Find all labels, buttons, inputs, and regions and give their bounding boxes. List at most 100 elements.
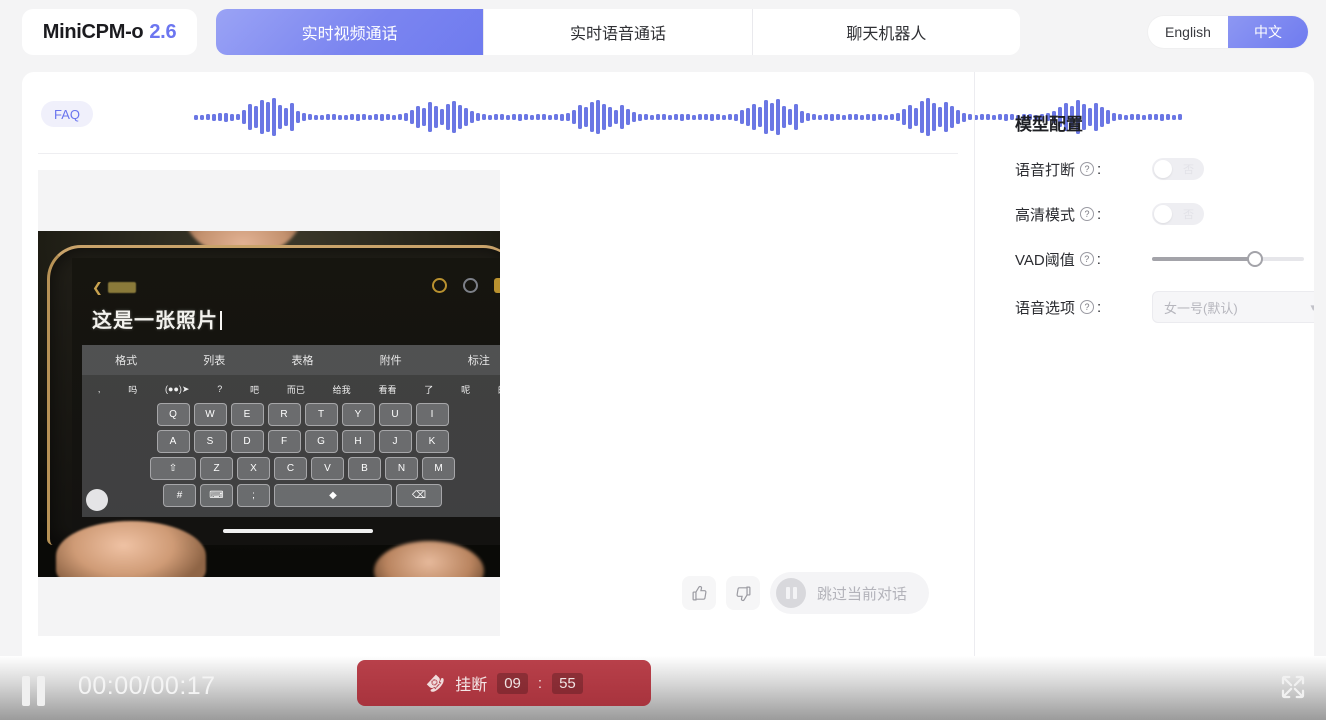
waveform-bar xyxy=(674,114,678,120)
keyboard-key: T xyxy=(304,403,338,426)
waveform-bar xyxy=(902,109,906,125)
keyboard-key: K xyxy=(415,430,449,453)
thumbs-up-icon[interactable] xyxy=(682,576,716,610)
waveform-bar xyxy=(482,114,486,120)
suggestion-item: (●●)➤ xyxy=(165,383,190,394)
waveform-bar xyxy=(350,114,354,120)
hd-mode-toggle[interactable]: 否 xyxy=(1152,203,1204,225)
vad-threshold-slider[interactable] xyxy=(1152,249,1304,269)
camera-icon xyxy=(463,278,478,293)
waveform-bar xyxy=(506,114,510,120)
model-config-pane: 模型配置 语音打断 ? : 否 高清模式 ? : 否 VAD阈值 ?: 语音选… xyxy=(975,72,1314,664)
waveform-bar xyxy=(770,103,774,131)
waveform-bar xyxy=(584,107,588,127)
waveform-bar xyxy=(728,114,732,120)
lang-option-english[interactable]: English xyxy=(1148,16,1228,48)
voice-interrupt-toggle[interactable]: 否 xyxy=(1152,158,1204,180)
keyboard-key: Y xyxy=(341,403,375,426)
phone-screen-icons xyxy=(432,278,500,293)
suggestion-item: 看看 xyxy=(378,384,397,395)
phone-keyboard: , 吗 (●●)➤? 吧 而已 给我 看看 了 呢 的 QWERTYUI ASDFGHJK ⇧ZX… xyxy=(82,375,500,517)
waveform-bar xyxy=(644,114,648,120)
hd-mode-label: 高清模式 xyxy=(1015,206,1076,224)
waveform-bar xyxy=(704,114,708,120)
toggle-knob xyxy=(1154,160,1172,178)
waveform-bar xyxy=(440,109,444,125)
waveform-bar xyxy=(314,114,318,120)
keyboard-key: R xyxy=(267,403,301,426)
thumbs-down-icon[interactable] xyxy=(726,576,760,610)
voice-interrupt-colon: : xyxy=(1097,160,1102,178)
waveform-bar xyxy=(434,106,438,128)
phone-icon: ☎ xyxy=(421,669,448,696)
feedback-controls: 跳过当前对话 xyxy=(682,568,974,618)
main-tabs: 实时视频通话 实时语音通话 聊天机器人 xyxy=(216,9,1020,55)
phone-screen: ❮ 这是一张照片 格式 列表 表格 附件 标注 , 吗 (●●)➤ ? 吧 而已… xyxy=(72,258,500,545)
waveform-bar xyxy=(866,114,870,120)
waveform-bar xyxy=(560,113,564,121)
conversation-pane: FAQ ❮ 这是一张照片 格式 列表 表格 附件 标注 , 吗 (●●)➤ ? … xyxy=(22,72,1182,664)
keyboard-key: U xyxy=(378,403,412,426)
undo-icon xyxy=(432,278,447,293)
help-icon[interactable]: ? xyxy=(1080,162,1095,176)
waveform-bar xyxy=(338,114,342,120)
waveform-bar xyxy=(542,114,546,120)
skip-conversation-button[interactable]: 跳过当前对话 xyxy=(770,572,930,614)
waveform-bar xyxy=(536,114,540,120)
lang-chinese-label: 中文 xyxy=(1254,24,1282,40)
waveform-bar xyxy=(650,114,654,120)
format-toolbar-item: 表格 xyxy=(291,355,314,367)
waveform-bar xyxy=(404,113,408,121)
hd-mode-colon: : xyxy=(1097,205,1102,223)
waveform-bar xyxy=(656,114,660,120)
voice-option-select[interactable]: 女一号(默认) ▾ xyxy=(1152,291,1314,323)
waveform-bar xyxy=(686,114,690,120)
lang-option-chinese[interactable]: 中文 xyxy=(1228,16,1308,48)
waveform-bar xyxy=(680,113,684,121)
config-row-voice-interrupt: 语音打断 ? : 否 xyxy=(1015,155,1305,183)
waveform-bar xyxy=(734,113,738,121)
hd-mode-state: 否 xyxy=(1183,209,1194,221)
keyboard-key: V xyxy=(311,457,344,480)
faq-button[interactable]: FAQ xyxy=(41,101,93,127)
keyboard-key: G xyxy=(304,430,338,453)
waveform-bar xyxy=(632,112,636,122)
voice-option-colon: : xyxy=(1097,298,1102,316)
config-row-hd-mode: 高清模式 ? : 否 xyxy=(1015,200,1305,228)
voice-option-value: 女一号(默认) xyxy=(1164,300,1238,316)
slider-thumb[interactable] xyxy=(1247,251,1264,267)
keyboard-key: I xyxy=(415,403,449,426)
tab-voice-call-label: 实时语音通话 xyxy=(569,26,666,43)
waveform-bar xyxy=(836,114,840,120)
suggestion-item: 给我 xyxy=(332,384,351,395)
pause-icon[interactable] xyxy=(22,676,45,706)
keyboard-key: A xyxy=(156,430,190,453)
keyboard-key: J xyxy=(378,430,412,453)
fullscreen-button[interactable] xyxy=(1278,672,1312,704)
help-icon[interactable]: ? xyxy=(1079,252,1094,266)
waveform-bar xyxy=(620,105,624,129)
waveform-bar xyxy=(518,113,522,121)
waveform-bar xyxy=(362,114,366,120)
waveform-bar xyxy=(662,114,666,120)
hangup-colon: : xyxy=(537,674,543,692)
pause-icon xyxy=(776,578,806,608)
header-divider xyxy=(38,153,958,154)
tab-voice-call[interactable]: 实时语音通话 xyxy=(484,9,753,55)
share-icon xyxy=(494,278,500,293)
main-card: FAQ ❮ 这是一张照片 格式 列表 表格 附件 标注 , 吗 (●●)➤ ? … xyxy=(22,72,1314,664)
phone-format-toolbar: 格式 列表 表格 附件 标注 xyxy=(82,345,500,375)
tab-video-call[interactable]: 实时视频通话 xyxy=(216,9,485,55)
waveform-bar xyxy=(920,101,924,133)
hangup-button[interactable]: ☎ 挂断 09 : 55 xyxy=(357,660,651,706)
waveform-bar xyxy=(224,112,228,122)
tab-chatbot[interactable]: 聊天机器人 xyxy=(752,9,1020,55)
slider-fill xyxy=(1152,257,1256,261)
help-icon[interactable]: ? xyxy=(1080,207,1095,221)
waveform-bar xyxy=(428,102,432,132)
waveform-bar xyxy=(602,104,606,130)
app-logo: MiniCPM-o 2.6 xyxy=(22,9,197,55)
help-icon[interactable]: ? xyxy=(1080,300,1095,314)
waveform-bar xyxy=(368,114,372,120)
suggestion-item: 了 xyxy=(424,384,434,395)
